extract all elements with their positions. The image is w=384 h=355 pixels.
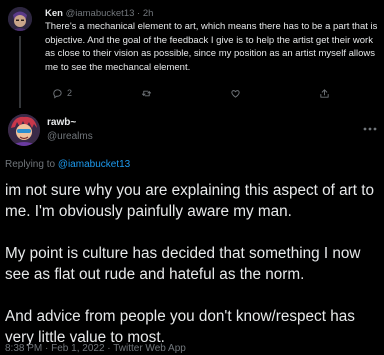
ken-avatar[interactable] bbox=[8, 7, 32, 31]
reply-paragraph: im not sure why you are explaining this … bbox=[5, 182, 375, 220]
tweet-timestamp[interactable]: 8:38 PM · Feb 1, 2022 · Twitter Web App bbox=[5, 343, 186, 355]
rawb-avatar[interactable] bbox=[8, 114, 40, 146]
replying-to-line: Replying to @iamabucket13 bbox=[5, 159, 130, 171]
parent-tweet-header: Ken @iamabucket13 · 2h bbox=[45, 8, 153, 20]
reply-tweet-text: im not sure why you are explaining this … bbox=[5, 180, 383, 348]
reply-author-name[interactable]: rawb~ bbox=[47, 117, 76, 129]
retweet-button[interactable] bbox=[141, 86, 152, 100]
thread-connector-line bbox=[19, 36, 21, 108]
more-options-button[interactable] bbox=[363, 119, 377, 131]
reply-count: 2 bbox=[67, 88, 73, 98]
comment-icon bbox=[53, 88, 62, 99]
parent-tweet[interactable]: Ken @iamabucket13 · 2h There's a mechani… bbox=[0, 0, 384, 108]
heart-icon bbox=[231, 89, 240, 98]
reply-paragraph: And advice from people you don't know/re… bbox=[5, 308, 355, 346]
header-separator: · bbox=[137, 8, 141, 19]
share-icon bbox=[320, 88, 329, 98]
parent-tweet-text: There's a mechanical element to art, whi… bbox=[45, 21, 378, 73]
replying-to-prefix: Replying to bbox=[5, 159, 56, 170]
parent-author-handle[interactable]: @iamabucket13 bbox=[66, 8, 135, 19]
more-icon bbox=[363, 127, 377, 131]
share-button[interactable] bbox=[319, 86, 330, 100]
reply-paragraph: My point is culture has decided that som… bbox=[5, 245, 361, 283]
parent-tweet-time[interactable]: 2h bbox=[143, 8, 154, 19]
retweet-icon bbox=[141, 90, 152, 96]
like-button[interactable] bbox=[230, 86, 241, 100]
parent-tweet-actions: 2 bbox=[45, 86, 335, 100]
replying-to-link[interactable]: @iamabucket13 bbox=[58, 159, 130, 170]
parent-author-name[interactable]: Ken bbox=[45, 8, 63, 19]
reply-button[interactable]: 2 bbox=[52, 86, 72, 100]
reply-author-handle[interactable]: @urealms bbox=[47, 131, 93, 143]
